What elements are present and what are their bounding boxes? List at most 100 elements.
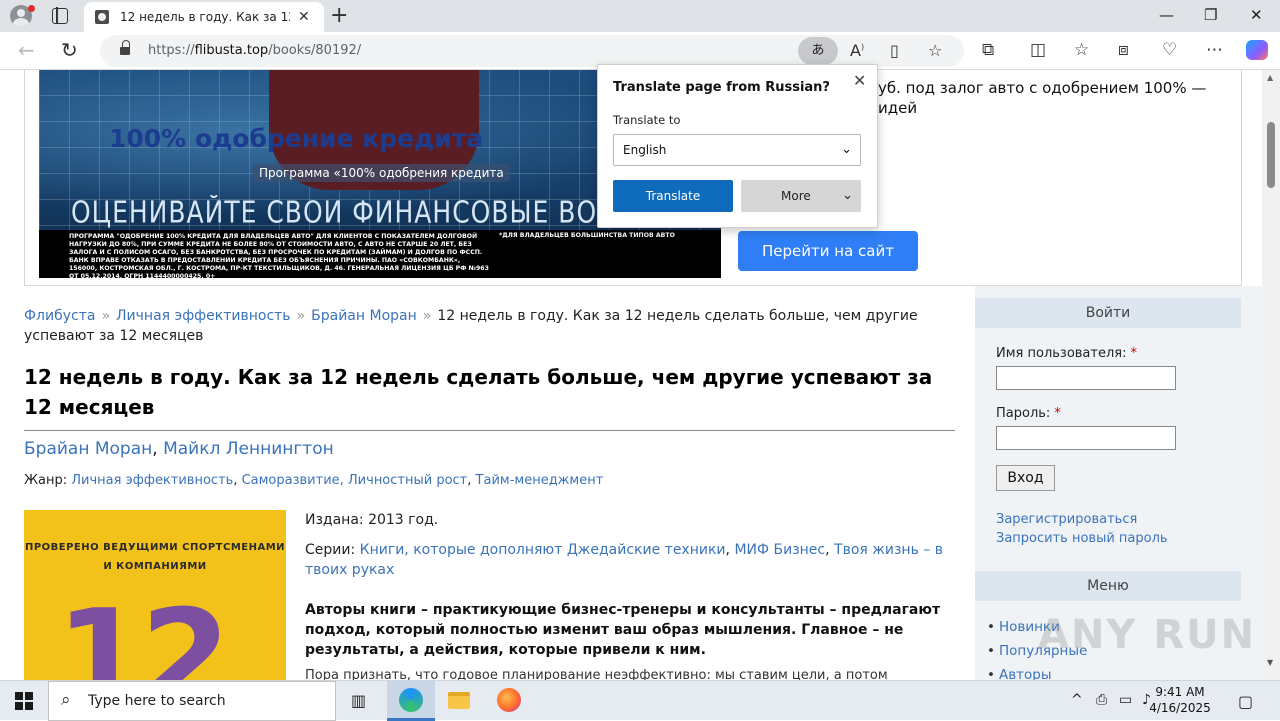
ad-fineprint-left: ПРОГРАММА "ОДОБРЕНИЕ 100% КРЕДИТА ДЛЯ ВЛ… [69, 233, 489, 278]
tab-close-icon[interactable]: ✕ [298, 9, 310, 25]
author-link[interactable]: Брайан Моран [24, 439, 152, 459]
ad-headline: 100% одобрение кредита [109, 124, 484, 153]
favorite-star-icon[interactable]: ☆ [928, 41, 942, 60]
site-favicon-icon [95, 10, 109, 24]
task-view-icon[interactable]: ▥ [336, 681, 384, 721]
immersive-reader-icon[interactable]: ▯ [890, 41, 899, 60]
breadcrumb-link-home[interactable]: Флибуста [24, 308, 95, 324]
series-label: Серии: [305, 542, 356, 558]
chevron-down-icon: ⌄ [842, 188, 853, 203]
taskbar-search-input[interactable]: ⌕ Type here to search [48, 681, 336, 721]
login-button[interactable]: Вход [996, 465, 1055, 491]
cover-text: ПРОВЕРЕНО ВЕДУЩИМИ СПОРТСМЕНАМИ И КОМПАН… [24, 542, 286, 572]
menu-item-authors[interactable]: Авторы [987, 667, 1052, 680]
translate-icon[interactable]: あ [798, 37, 838, 65]
password-label: Пароль: * [996, 406, 1061, 421]
notification-dot [28, 5, 35, 12]
scroll-up-arrow-icon[interactable]: ▲ [1267, 73, 1273, 82]
ad-subline: Программа «100% одобрения кредита [253, 164, 510, 182]
translate-to-label: Translate to [613, 113, 681, 127]
breadcrumb-link-author[interactable]: Брайан Моран [311, 308, 417, 324]
series-line: Серии: Книги, которые дополняют Джедайск… [305, 542, 943, 578]
ad-fineprint: ПРОГРАММА "ОДОБРЕНИЕ 100% КРЕДИТА ДЛЯ ВЛ… [39, 230, 721, 278]
settings-more-icon[interactable]: ⋯ [1206, 40, 1223, 60]
title-divider [24, 430, 955, 431]
ad-cta-button[interactable]: Перейти на сайт [738, 231, 918, 271]
scroll-down-arrow-icon[interactable]: ▼ [1267, 658, 1273, 667]
breadcrumb: Флибуста » Личная эффективность » Брайан Мор… [24, 306, 944, 346]
author-link[interactable]: Майкл Леннингтон [163, 439, 334, 459]
read-aloud-icon[interactable]: A) [850, 41, 864, 60]
book-annotation: Авторы книги – практикующие бизнес-трене… [305, 602, 941, 658]
reset-password-link[interactable]: Запросить новый пароль [996, 531, 1168, 546]
windows-taskbar: ⌕ Type here to search ▥ ^ ⎙ ▭ ♪ 9:41 AM … [0, 680, 1280, 721]
cover-number: 12 [56, 581, 231, 680]
chevron-up-icon[interactable]: ^ [1071, 692, 1083, 708]
genre-line: Жанр: Личная эффективность, Саморазвитие… [24, 473, 604, 488]
browser-tab-bar: 12 недель в году. Как за 12 недел ✕ + — … [0, 0, 1280, 32]
notification-icon[interactable]: ▢ [1238, 692, 1253, 711]
browser-essentials-icon[interactable]: ♡ [1162, 40, 1177, 60]
file-explorer-icon[interactable] [435, 681, 483, 721]
book-cover-image[interactable]: ПРОВЕРЕНО ВЕДУЩИМИ СПОРТСМЕНАМИ И КОМПАН… [24, 510, 286, 680]
page-scrollbar[interactable]: ▲ ▼ [1262, 70, 1280, 680]
url-text[interactable]: https://flibusta.top/books/80192/ [148, 43, 361, 58]
genre-link[interactable]: Личная эффективность [71, 473, 233, 488]
chevron-down-icon: ⌄ [841, 142, 852, 157]
username-field[interactable] [996, 366, 1176, 390]
genre-label: Жанр: [24, 473, 68, 488]
back-arrow-icon[interactable]: ← [18, 38, 35, 62]
clock-time: 9:41 AM [1155, 685, 1205, 699]
breadcrumb-separator: » [296, 308, 306, 324]
favorites-icon[interactable]: ☆ [1074, 40, 1089, 60]
split-screen-icon[interactable]: ◫ [1030, 40, 1046, 60]
minimize-button[interactable]: — [1159, 6, 1174, 24]
register-link[interactable]: Зарегистрироваться [996, 512, 1137, 527]
extensions-icon[interactable]: ⧉ [982, 40, 994, 60]
taskbar-clock[interactable]: 9:41 AM 4/16/2025 [1140, 684, 1220, 716]
search-placeholder: Type here to search [88, 693, 226, 709]
search-icon: ⌕ [61, 690, 71, 710]
browser-tab[interactable]: 12 недель в году. Как за 12 недел ✕ [84, 2, 324, 32]
reload-icon[interactable]: ↻ [61, 38, 78, 62]
published-year: Издана: 2013 год. [305, 512, 439, 528]
breadcrumb-separator: » [101, 308, 111, 324]
ad-copy-text[interactable]: уб. под залог авто с одобрением 100% — и… [878, 78, 1218, 118]
windows-start-icon[interactable] [15, 692, 33, 710]
edge-browser-icon[interactable] [387, 681, 435, 721]
lock-icon[interactable] [120, 40, 130, 56]
clock-date: 4/16/2025 [1149, 701, 1211, 715]
series-link[interactable]: МИФ Бизнес [734, 542, 825, 558]
firefox-icon[interactable] [485, 681, 533, 721]
breadcrumb-separator: » [422, 308, 432, 324]
tab-actions-icon[interactable] [52, 7, 68, 24]
translate-popup: Translate page from Russian? ✕ Translate… [597, 64, 878, 228]
more-button[interactable]: More ⌄ [741, 180, 861, 212]
password-field[interactable] [996, 426, 1176, 450]
selected-language: English [623, 143, 667, 157]
restore-button[interactable]: ❐ [1204, 6, 1217, 24]
login-block-header: Войти [975, 298, 1241, 328]
close-window-button[interactable]: ✕ [1250, 6, 1263, 24]
breadcrumb-link-genre[interactable]: Личная эффективность [116, 308, 291, 324]
language-select[interactable]: English ⌄ [613, 134, 861, 166]
watermark-logo: ANY RUN [1038, 612, 1257, 658]
copilot-icon[interactable] [1246, 40, 1268, 60]
username-label: Имя пользователя: * [996, 346, 1137, 361]
collections-icon[interactable]: ⧈ [1118, 40, 1129, 60]
more-button-label: More [781, 189, 811, 203]
scrollbar-thumb[interactable] [1267, 122, 1275, 188]
translate-button[interactable]: Translate [613, 180, 733, 212]
meet-now-icon[interactable]: ⎙ [1096, 692, 1107, 708]
address-bar[interactable]: https://flibusta.top/books/80192/ あ A) ▯… [100, 35, 964, 67]
genre-link[interactable]: Тайм-менеджмент [476, 473, 604, 488]
tab-title: 12 недель в году. Как за 12 недел [120, 10, 290, 24]
ad-fineprint-right: *ДЛЯ ВЛАДЕЛЬЦЕВ БОЛЬШИНСТВА ТИПОВ АВТО [499, 232, 675, 239]
close-icon[interactable]: ✕ [853, 71, 866, 90]
author-list: Брайан Моран, Майкл Леннингтон [24, 439, 334, 459]
annotation-continuation: Пора признать, что годовое планирование … [305, 668, 888, 680]
series-link[interactable]: Книги, которые дополняют Джедайские техн… [360, 542, 726, 558]
new-tab-button[interactable]: + [330, 3, 348, 28]
genre-link[interactable]: Саморазвитие, Личностный рост [242, 473, 468, 488]
network-icon[interactable]: ▭ [1119, 692, 1132, 708]
